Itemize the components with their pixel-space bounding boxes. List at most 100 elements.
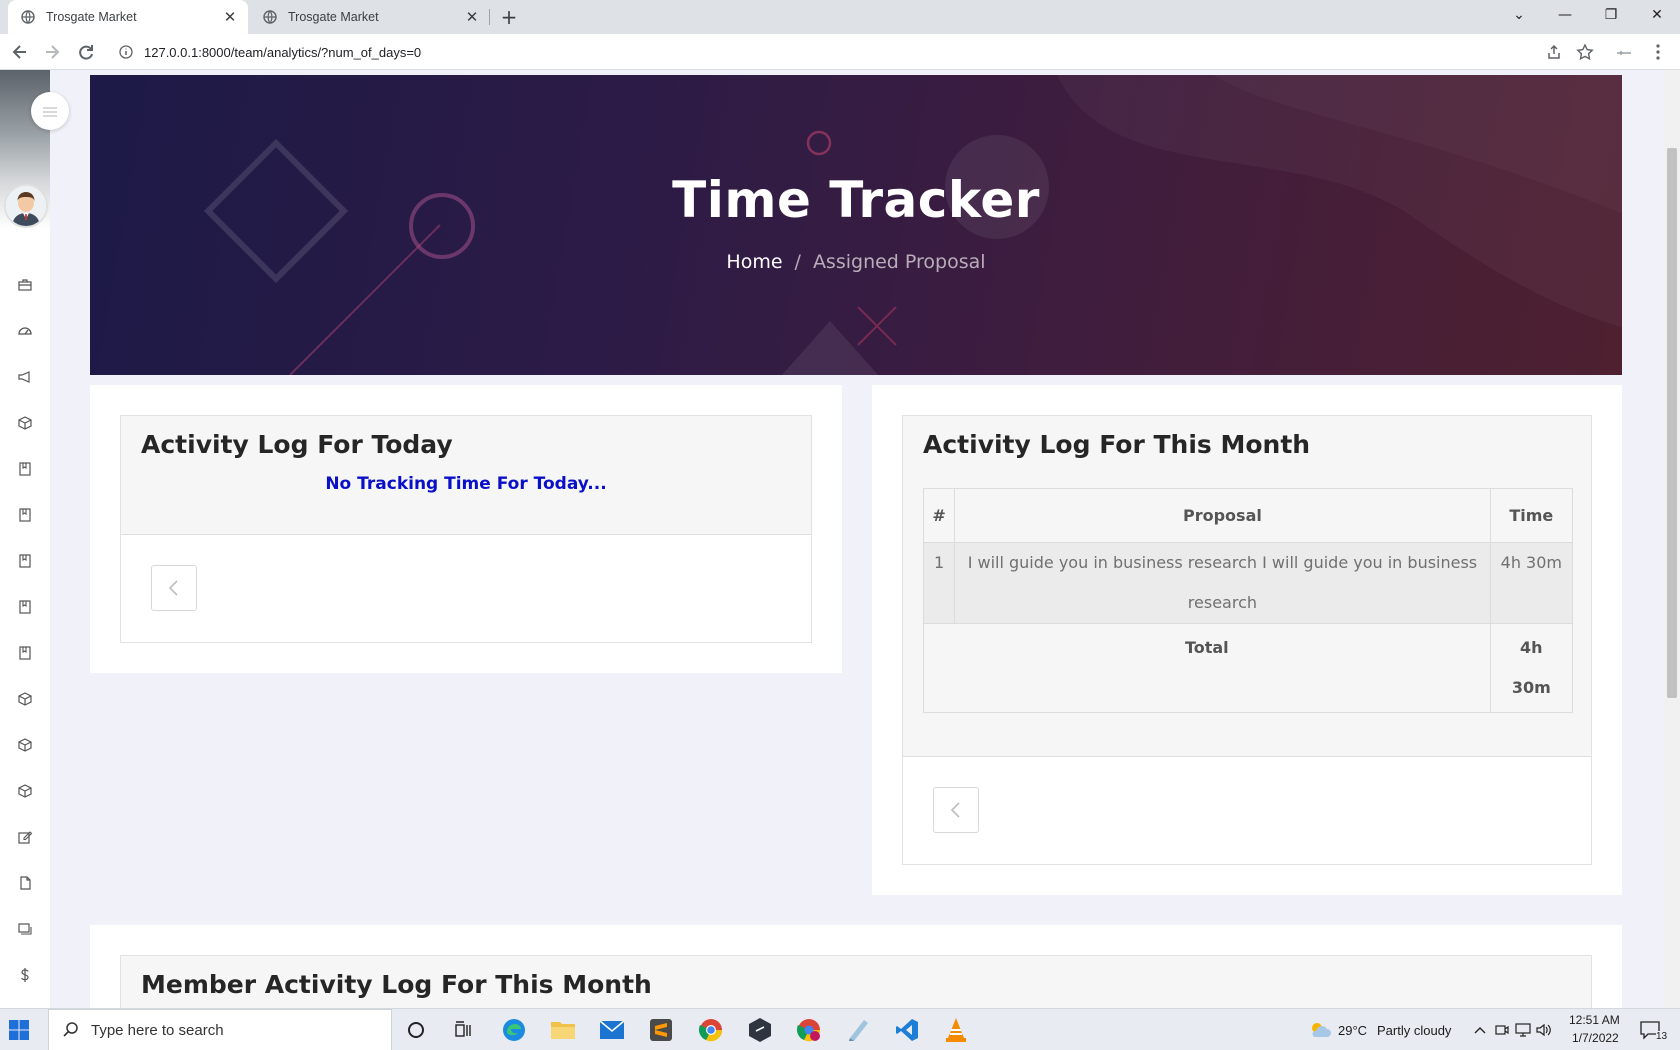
- sublime-text-icon[interactable]: [647, 1016, 675, 1044]
- page-banner: Time Tracker Home / Assigned Proposal: [90, 75, 1622, 375]
- page-scrollbar[interactable]: [1664, 70, 1680, 1008]
- empty-state-message: No Tracking Time For Today...: [325, 474, 607, 494]
- card-title: Member Activity Log For This Month: [141, 970, 652, 999]
- page-title: Time Tracker: [672, 171, 1040, 229]
- document-icon[interactable]: [16, 874, 34, 892]
- browser-tab-title: Trosgate Market: [46, 10, 137, 24]
- dev-tool-icon[interactable]: [746, 1016, 774, 1044]
- info-icon[interactable]: [118, 44, 134, 60]
- total-label: Total: [923, 623, 1491, 713]
- row-number: 1: [922, 542, 956, 624]
- close-tab-icon[interactable]: ✕: [464, 9, 480, 26]
- weather-description[interactable]: Partly cloudy: [1377, 1023, 1451, 1038]
- chrome-profile-icon[interactable]: [795, 1016, 823, 1044]
- file-explorer-icon[interactable]: [549, 1016, 577, 1044]
- column-header-time: Time: [1489, 488, 1574, 543]
- box-icon[interactable]: [16, 736, 34, 754]
- table-row: 1 I will guide you in business research …: [922, 542, 1574, 624]
- box-icon[interactable]: [16, 782, 34, 800]
- dollar-icon[interactable]: [16, 966, 34, 984]
- box-icon[interactable]: [16, 690, 34, 708]
- cortana-icon[interactable]: [402, 1016, 430, 1044]
- previous-page-button[interactable]: [151, 565, 197, 611]
- book-icon[interactable]: [16, 644, 34, 662]
- share-icon[interactable]: [1542, 40, 1566, 64]
- pagination-area: [903, 756, 1591, 864]
- notepad-icon[interactable]: [844, 1016, 872, 1044]
- book-icon[interactable]: [16, 552, 34, 570]
- back-icon[interactable]: [8, 40, 32, 64]
- weather-temperature[interactable]: 29°C: [1338, 1023, 1367, 1038]
- vscode-icon[interactable]: [893, 1016, 921, 1044]
- dashboard-gauge-icon[interactable]: [16, 322, 34, 340]
- page-viewport: Time Tracker Home / Assigned Proposal Acti…: [0, 70, 1680, 1008]
- extension-icon[interactable]: [1612, 40, 1636, 64]
- minimize-button[interactable]: —: [1542, 0, 1588, 30]
- row-time: 4h 30m: [1489, 542, 1574, 624]
- browser-tab-1[interactable]: Trosgate Market ✕: [8, 0, 248, 34]
- previous-page-button[interactable]: [933, 787, 979, 833]
- edit-icon[interactable]: [16, 828, 34, 846]
- pagination-area: [121, 534, 811, 642]
- more-menu-icon[interactable]: [1646, 40, 1670, 64]
- card-title: Activity Log For Today: [141, 430, 453, 459]
- chevron-left-icon: [168, 580, 178, 596]
- monthly-time-table: # Proposal Time 1 I will guide you in bu…: [922, 488, 1574, 713]
- url-text: 127.0.0.1:8000/team/analytics/?num_of_da…: [144, 44, 422, 60]
- scrollbar-thumb[interactable]: [1667, 148, 1677, 698]
- sidebar-toggle-button[interactable]: [31, 92, 69, 130]
- briefcase-icon[interactable]: [16, 276, 34, 294]
- browser-tab-bar: Trosgate Market ✕ Trosgate Market ✕ + ⌄ …: [0, 0, 1680, 34]
- member-activity-panel: Member Activity Log For This Month: [120, 955, 1592, 1008]
- today-activity-card: Activity Log For Today No Tracking Time …: [90, 385, 842, 673]
- chevron-left-icon: [950, 802, 960, 818]
- task-view-icon[interactable]: [450, 1016, 478, 1044]
- browser-toolbar: 127.0.0.1:8000/team/analytics/?num_of_da…: [0, 34, 1680, 70]
- avatar[interactable]: [4, 184, 48, 228]
- breadcrumb-home-link[interactable]: Home: [726, 251, 782, 273]
- browser-tab-title: Trosgate Market: [288, 10, 379, 24]
- total-value: 4h 30m: [1489, 623, 1574, 713]
- taskbar-search-box[interactable]: Type here to search: [48, 1009, 392, 1050]
- address-bar[interactable]: 127.0.0.1:8000/team/analytics/?num_of_da…: [108, 38, 1598, 66]
- breadcrumb: Home / Assigned Proposal: [90, 251, 1622, 273]
- reload-icon[interactable]: [74, 40, 98, 64]
- clock-time[interactable]: 12:51 AM: [1569, 1013, 1620, 1027]
- mail-icon[interactable]: [598, 1016, 626, 1044]
- table-total-row: Total 4h 30m: [923, 623, 1574, 713]
- monitor-icon[interactable]: [16, 920, 34, 938]
- megaphone-icon[interactable]: [16, 368, 34, 386]
- close-tab-icon[interactable]: ✕: [222, 9, 238, 26]
- column-header-number: #: [922, 488, 956, 543]
- vlc-icon[interactable]: [942, 1016, 970, 1044]
- clock-date[interactable]: 1/7/2022: [1572, 1031, 1619, 1045]
- book-icon[interactable]: [16, 506, 34, 524]
- volume-icon[interactable]: [1530, 1016, 1558, 1044]
- restore-button[interactable]: ❐: [1588, 0, 1634, 30]
- bookmark-star-icon[interactable]: [1573, 40, 1597, 64]
- breadcrumb-current: Assigned Proposal: [812, 251, 986, 273]
- forward-icon[interactable]: [40, 40, 64, 64]
- tab-search-icon[interactable]: ⌄: [1496, 0, 1542, 30]
- edge-browser-icon[interactable]: [500, 1016, 528, 1044]
- search-icon: [61, 1020, 81, 1040]
- chrome-icon[interactable]: [697, 1016, 725, 1044]
- close-window-button[interactable]: ✕: [1634, 0, 1680, 30]
- box-icon[interactable]: [16, 414, 34, 432]
- new-tab-button[interactable]: +: [498, 5, 520, 29]
- breadcrumb-separator: /: [794, 251, 801, 273]
- windows-start-icon[interactable]: [8, 1019, 32, 1043]
- search-placeholder: Type here to search: [91, 1021, 224, 1039]
- tab-divider: [489, 9, 490, 25]
- book-icon[interactable]: [16, 598, 34, 616]
- card-title: Activity Log For This Month: [923, 430, 1311, 459]
- sidebar: [0, 70, 69, 1008]
- weather-partly-cloudy-icon[interactable]: [1306, 1016, 1334, 1044]
- table-header-row: # Proposal Time: [922, 488, 1574, 543]
- book-icon[interactable]: [16, 460, 34, 478]
- month-activity-panel: Activity Log For This Month # Proposal T…: [902, 415, 1592, 865]
- notification-count-badge: 13: [1656, 1031, 1668, 1042]
- browser-tab-2[interactable]: Trosgate Market ✕: [250, 0, 490, 34]
- row-proposal[interactable]: I will guide you in business research I …: [954, 542, 1491, 624]
- member-activity-card: Member Activity Log For This Month: [90, 925, 1622, 1008]
